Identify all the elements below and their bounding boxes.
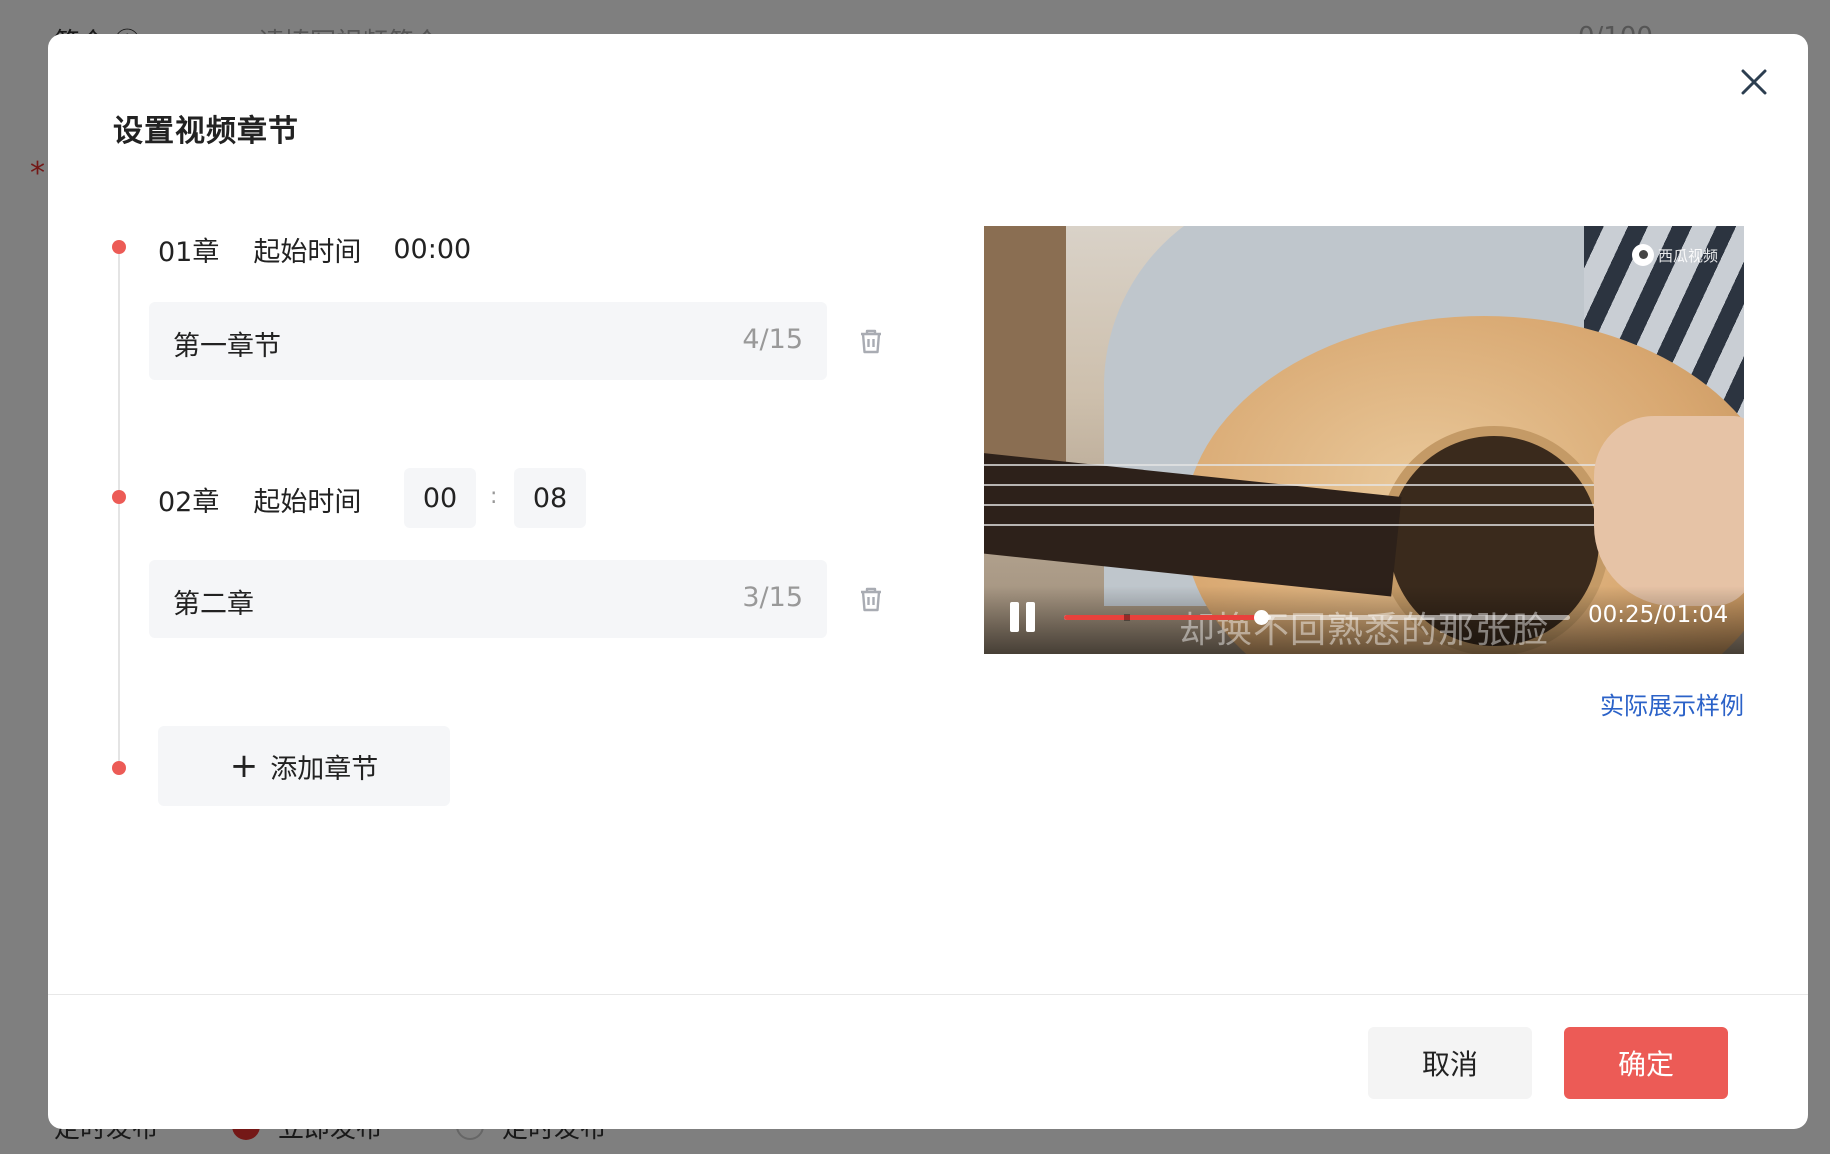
chapter-title-value: 第二章 bbox=[173, 589, 254, 620]
video-frame bbox=[1594, 416, 1744, 606]
timeline-dot bbox=[112, 240, 126, 254]
xigua-logo-icon bbox=[1632, 244, 1654, 266]
chapter-1-header: 01章 起始时间 00:00 bbox=[158, 230, 471, 269]
cancel-button[interactable]: 取消 bbox=[1368, 1027, 1532, 1099]
progress-bar[interactable] bbox=[1064, 610, 1570, 625]
start-time-label: 起始时间 bbox=[253, 237, 362, 268]
char-counter: 3/15 bbox=[742, 582, 803, 613]
add-chapter-button[interactable]: + 添加章节 bbox=[158, 726, 450, 806]
progress-played bbox=[1064, 615, 1262, 620]
start-time-value: 00:00 bbox=[393, 234, 472, 265]
chapter-settings-modal: 设置视频章节 01章 起始时间 00:00 第一章节 4/15 02章 起始时间… bbox=[48, 34, 1808, 1129]
pause-icon[interactable] bbox=[1008, 600, 1038, 634]
timeline-dot bbox=[112, 490, 126, 504]
chapter-1-title-input[interactable]: 第一章节 4/15 bbox=[149, 302, 827, 380]
close-button[interactable] bbox=[1732, 60, 1776, 104]
footer-divider bbox=[48, 994, 1808, 995]
start-seconds-input[interactable]: 08 bbox=[514, 468, 586, 528]
chapter-2-title-input[interactable]: 第二章 3/15 bbox=[149, 560, 827, 638]
timeline-line bbox=[118, 246, 120, 768]
start-time-label: 起始时间 bbox=[253, 487, 362, 518]
add-chapter-label: 添加章节 bbox=[270, 753, 379, 785]
chapter-label: 02章 bbox=[158, 487, 220, 518]
start-minutes-input[interactable]: 00 bbox=[404, 468, 476, 528]
trash-icon[interactable] bbox=[856, 584, 886, 614]
sample-link[interactable]: 实际展示样例 bbox=[1600, 686, 1744, 721]
chapter-label: 01章 bbox=[158, 237, 220, 268]
video-subtitle: 却换不回熟悉的那张脸 bbox=[1179, 610, 1550, 651]
time-separator: : bbox=[490, 484, 498, 509]
video-preview[interactable]: 西瓜视频 却换不回熟悉的那张脸 00:25/01:04 bbox=[984, 226, 1744, 654]
chapter-2-header: 02章 起始时间 bbox=[158, 480, 361, 519]
video-watermark: 西瓜视频 bbox=[1632, 244, 1718, 266]
chapter-title-value: 第一章节 bbox=[173, 331, 281, 362]
video-time: 00:25/01:04 bbox=[1588, 602, 1729, 628]
chapter-marker bbox=[1124, 614, 1131, 621]
modal-title: 设置视频章节 bbox=[113, 114, 299, 149]
char-counter: 4/15 bbox=[742, 324, 803, 355]
watermark-text: 西瓜视频 bbox=[1658, 246, 1719, 265]
timeline-dot bbox=[112, 761, 126, 775]
plus-icon: + bbox=[229, 746, 259, 786]
confirm-button[interactable]: 确定 bbox=[1564, 1027, 1728, 1099]
close-icon bbox=[1741, 69, 1767, 95]
trash-icon[interactable] bbox=[856, 326, 886, 356]
